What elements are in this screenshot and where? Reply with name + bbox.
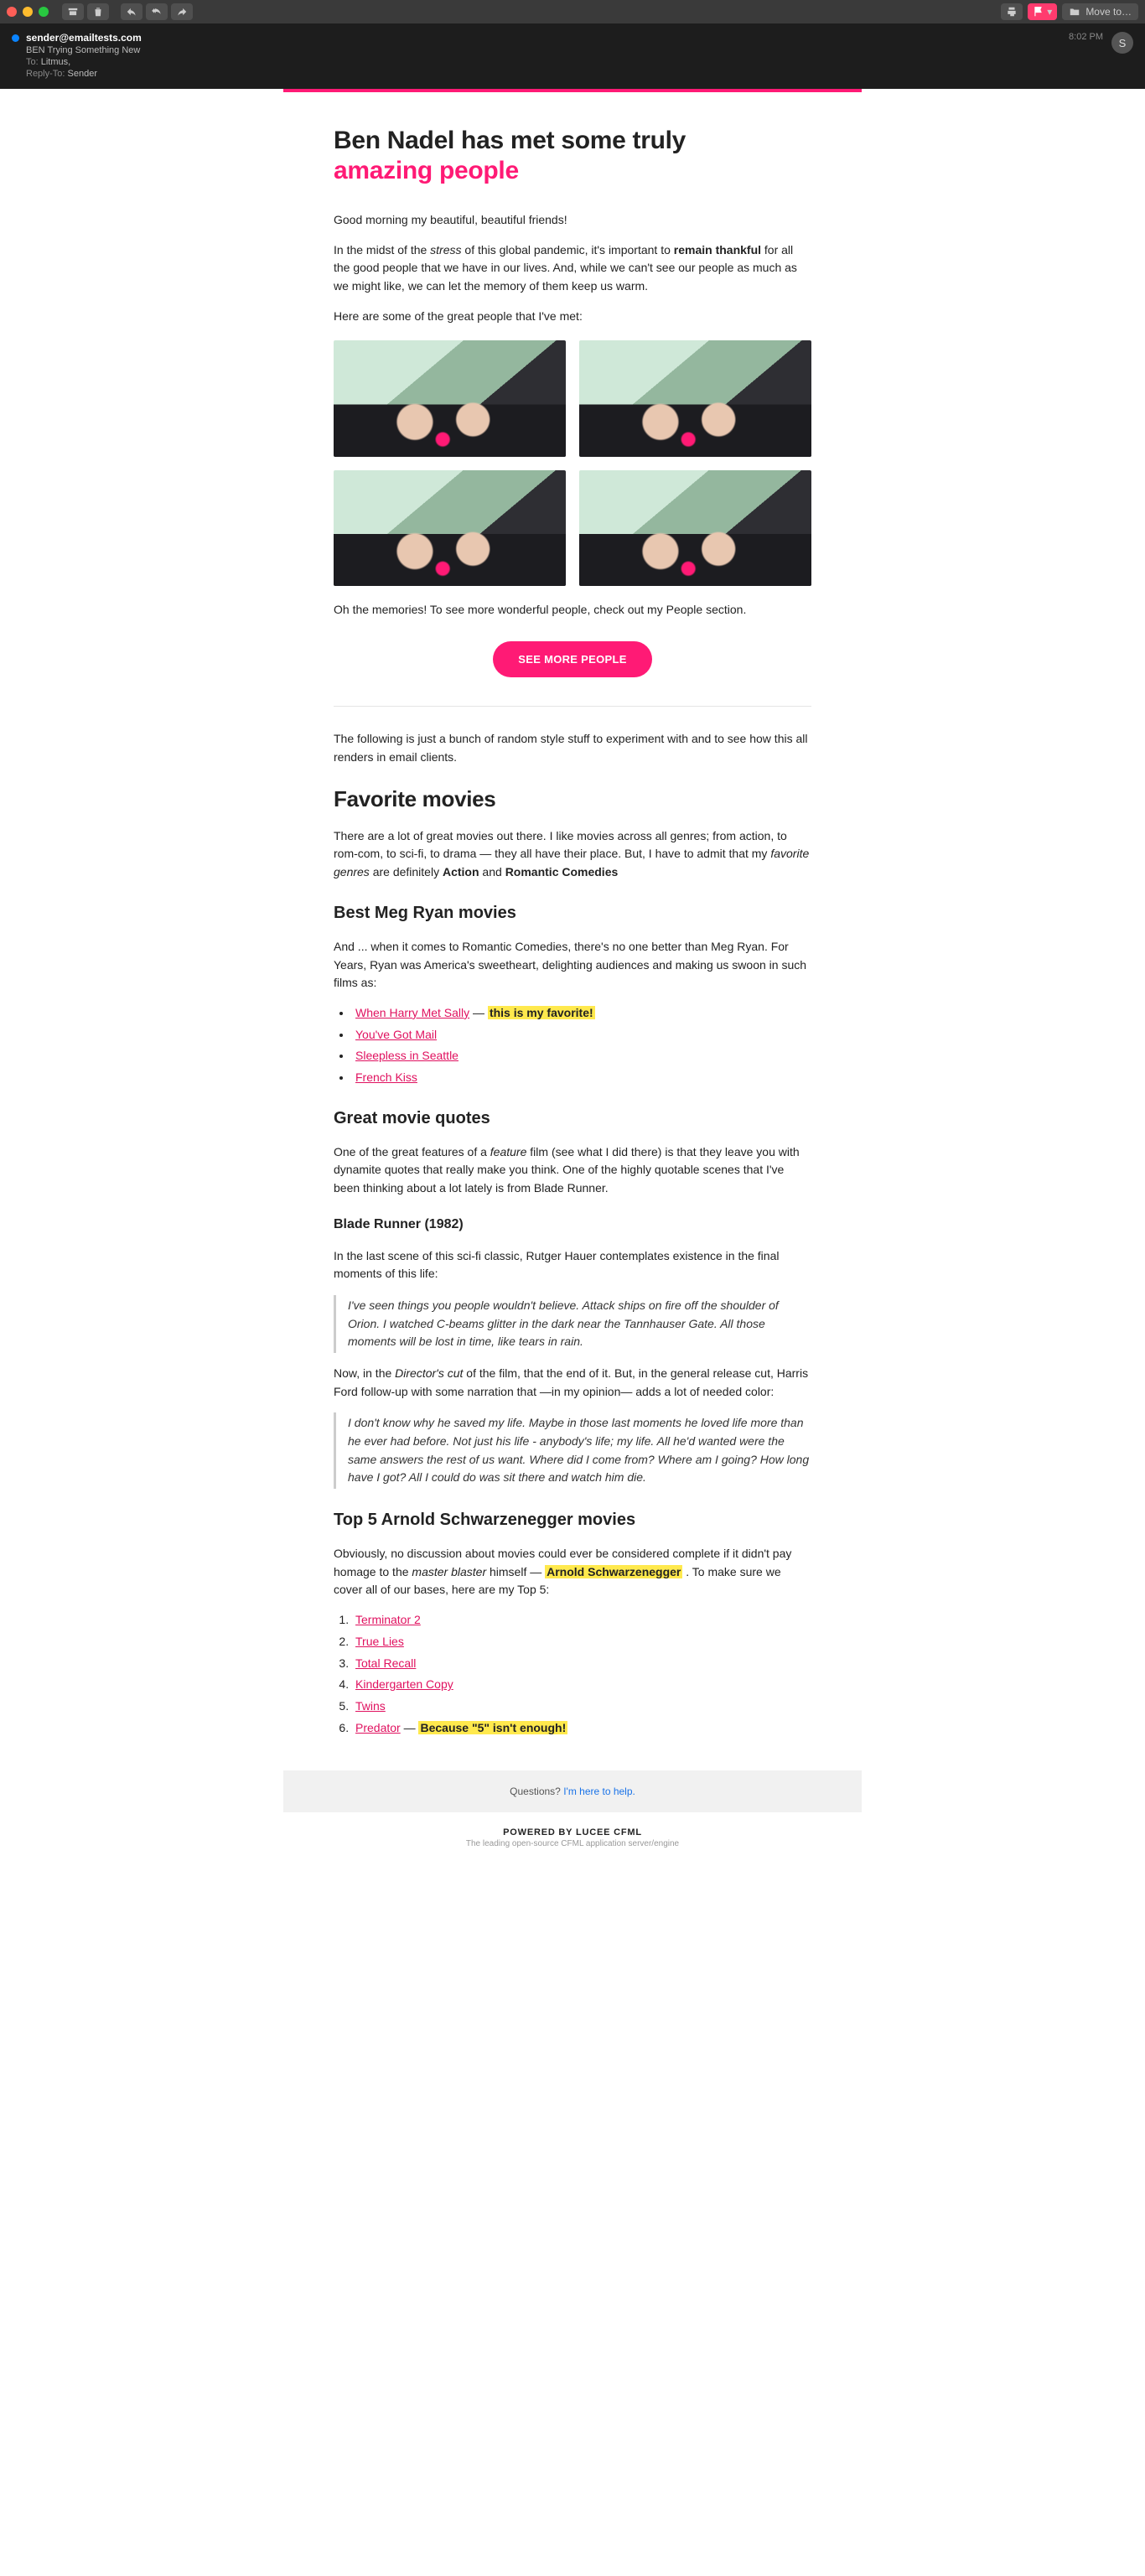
filler-note: The following is just a bunch of random …: [334, 730, 811, 766]
blade-runner-heading: Blade Runner (1982): [334, 1215, 811, 1236]
received-time: 8:02 PM: [1069, 32, 1103, 42]
meg-ryan-heading: Best Meg Ryan movies: [334, 900, 811, 926]
movie-quotes-heading: Great movie quotes: [334, 1106, 811, 1132]
hero-line2: amazing people: [334, 157, 519, 184]
reply-to-label: Reply-To:: [26, 69, 65, 79]
sender-avatar[interactable]: S: [1111, 32, 1133, 54]
people-photo[interactable]: [579, 470, 811, 587]
archive-button[interactable]: [62, 3, 84, 20]
movie-link[interactable]: You've Got Mail: [355, 1028, 437, 1041]
email-footer: Questions? I'm here to help.: [283, 1770, 862, 1812]
move-to-label: Move to…: [1085, 6, 1132, 18]
movie-link[interactable]: Total Recall: [355, 1656, 416, 1670]
sender-address[interactable]: sender@emailtests.com: [26, 32, 142, 44]
to-label: To:: [26, 57, 39, 67]
movie-link[interactable]: Terminator 2: [355, 1613, 421, 1626]
people-photo[interactable]: [579, 340, 811, 457]
forward-button[interactable]: [171, 3, 193, 20]
reply-to-value[interactable]: Sender: [68, 69, 97, 79]
footer-help-link[interactable]: I'm here to help.: [563, 1786, 635, 1797]
powered-line1: POWERED BY LUCEE CFML: [292, 1827, 853, 1837]
list-item: French Kiss: [352, 1069, 811, 1087]
photo-grid: [334, 340, 811, 586]
blade-runner-quote-1: I've seen things you people wouldn't bel…: [334, 1295, 811, 1353]
list-item: True Lies: [352, 1633, 811, 1651]
after-photos-text: Oh the memories! To see more wonderful p…: [334, 601, 811, 619]
print-button[interactable]: [1001, 3, 1023, 20]
list-item: Kindergarten Copy: [352, 1676, 811, 1694]
people-photo[interactable]: [334, 470, 566, 587]
arnold-intro: Obviously, no discussion about movies co…: [334, 1545, 811, 1599]
unread-indicator-icon: [12, 34, 19, 42]
highlight-note: this is my favorite!: [488, 1006, 595, 1019]
trash-button[interactable]: [87, 3, 109, 20]
movies-intro: There are a lot of great movies out ther…: [334, 827, 811, 882]
list-item: Terminator 2: [352, 1611, 811, 1630]
favorite-movies-heading: Favorite movies: [334, 782, 811, 816]
message-subject: BEN Trying Something New: [26, 45, 1133, 55]
traffic-lights: [7, 7, 49, 17]
minimize-window-button[interactable]: [23, 7, 33, 17]
quotes-intro: One of the great features of a feature f…: [334, 1143, 811, 1198]
window-titlebar: ▾ Move to…: [0, 0, 1145, 23]
reply-button[interactable]: [121, 3, 142, 20]
movie-link[interactable]: Kindergarten Copy: [355, 1677, 453, 1691]
movie-link[interactable]: Predator: [355, 1721, 401, 1734]
zoom-window-button[interactable]: [39, 7, 49, 17]
reply-all-button[interactable]: [146, 3, 168, 20]
movie-link[interactable]: Twins: [355, 1699, 386, 1713]
blade-runner-quote-2: I don't know why he saved my life. Maybe…: [334, 1412, 811, 1489]
to-value[interactable]: Litmus,: [41, 57, 70, 67]
toolbar-group-reply: [121, 3, 193, 20]
people-photo[interactable]: [334, 340, 566, 457]
greeting: Good morning my beautiful, beautiful fri…: [334, 211, 811, 230]
highlight-note: Because "5" isn't enough!: [418, 1721, 567, 1734]
blade-runner-intro: In the last scene of this sci-fi classic…: [334, 1247, 811, 1283]
powered-line2: The leading open-source CFML application…: [292, 1839, 853, 1848]
message-header: sender@emailtests.com BEN Trying Somethi…: [0, 23, 1145, 89]
close-window-button[interactable]: [7, 7, 17, 17]
folder-icon: [1069, 6, 1080, 18]
toolbar-group-left: [62, 3, 109, 20]
list-item: Total Recall: [352, 1655, 811, 1673]
move-to-button[interactable]: Move to…: [1062, 3, 1138, 20]
arnold-movie-list: Terminator 2 True Lies Total Recall Kinderg…: [352, 1611, 811, 1737]
list-item: You've Got Mail: [352, 1026, 811, 1044]
list-item: Predator — Because "5" isn't enough!: [352, 1719, 811, 1738]
movie-link[interactable]: When Harry Met Sally: [355, 1006, 469, 1019]
intro-paragraph-3: Here are some of the great people that I…: [334, 308, 811, 326]
blade-runner-mid: Now, in the Director's cut of the film, …: [334, 1365, 811, 1401]
meg-ryan-movie-list: When Harry Met Sally — this is my favori…: [352, 1004, 811, 1087]
message-body: Ben Nadel has met some truly amazing peo…: [0, 89, 1145, 1879]
movie-link[interactable]: Sleepless in Seattle: [355, 1049, 459, 1062]
divider: [334, 706, 811, 707]
powered-by: POWERED BY LUCEE CFML The leading open-s…: [283, 1812, 862, 1853]
list-item: Twins: [352, 1697, 811, 1716]
arnold-heading: Top 5 Arnold Schwarzenegger movies: [334, 1507, 811, 1533]
hero-line1: Ben Nadel has met some truly: [334, 127, 686, 154]
intro-paragraph-2: In the midst of the stress of this globa…: [334, 241, 811, 296]
hero-heading: Ben Nadel has met some truly amazing peo…: [334, 126, 811, 186]
footer-question: Questions?: [510, 1786, 563, 1797]
see-more-people-button[interactable]: SEE MORE PEOPLE: [493, 641, 651, 677]
list-item: When Harry Met Sally — this is my favori…: [352, 1004, 811, 1023]
flag-button[interactable]: ▾: [1028, 3, 1057, 20]
movie-link[interactable]: French Kiss: [355, 1070, 417, 1084]
meg-ryan-intro: And ... when it comes to Romantic Comedi…: [334, 938, 811, 993]
movie-link[interactable]: True Lies: [355, 1635, 404, 1648]
list-item: Sleepless in Seattle: [352, 1047, 811, 1065]
